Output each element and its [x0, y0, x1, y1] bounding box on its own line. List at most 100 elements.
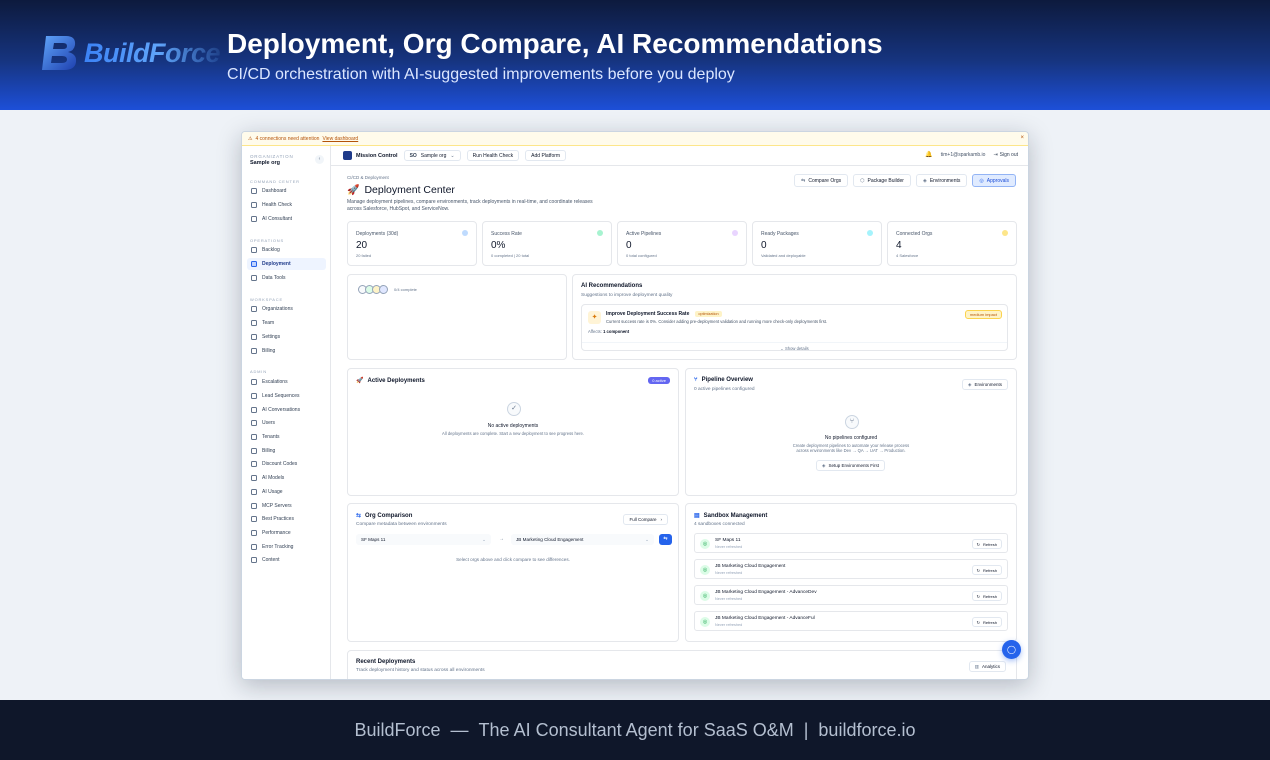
org-switcher[interactable]: SO Sample org ⌄: [403, 150, 461, 161]
pipeline-stat-icon: [732, 230, 738, 236]
sidebar-item-label: Dashboard: [262, 188, 287, 194]
sidebar-item-organizations[interactable]: Organizations: [247, 303, 326, 315]
refresh-button[interactable]: ↻ Refresh: [971, 565, 1002, 575]
sandbox-meta: Never refreshed: [715, 571, 743, 575]
card-title-text: Org Comparison: [365, 512, 413, 519]
warning-bar: ⚠ 4 connections need attention View dash…: [242, 132, 1028, 146]
sidebar-item-error-tracking[interactable]: Error Tracking: [247, 541, 326, 553]
sidebar-item-health-check[interactable]: Health Check: [247, 199, 326, 211]
sidebar-item-escalations[interactable]: Escalations: [247, 376, 326, 388]
top-bar: Mission Control SO Sample org ⌄ Run Health…: [331, 146, 1028, 166]
source-org-select[interactable]: SF Maps 11 ⌄: [356, 534, 491, 545]
sidebar-item-discount-codes[interactable]: Discount Codes: [247, 458, 326, 470]
stat-sub: 20 failed: [356, 253, 372, 258]
sandbox-row[interactable]: ◎ JB Marketing Cloud Engagement Never re…: [694, 559, 1008, 579]
sidebar-item-label: AI Conversations: [262, 407, 301, 413]
package-builder-button[interactable]: ⬡ Package Builder: [853, 174, 911, 187]
button-label: Analytics: [981, 664, 1000, 669]
sidebar-item-deployment[interactable]: Deployment: [247, 258, 326, 270]
message-icon: [251, 557, 257, 563]
sidebar-item-billing[interactable]: Billing: [247, 345, 326, 357]
refresh-button[interactable]: ↻ Refresh: [971, 539, 1002, 549]
chevron-right-icon: ›: [660, 517, 663, 522]
run-health-check-button[interactable]: Run Health Check: [466, 150, 520, 161]
sandbox-name: JB Marketing Cloud Engagement - AdvanceF…: [715, 616, 815, 621]
sandbox-row[interactable]: ◎ SF Maps 11 Never refreshed ↻ Refresh: [694, 533, 1008, 553]
sidebar-item-mcp-servers[interactable]: MCP Servers: [247, 500, 326, 512]
sidebar-item-ai-models[interactable]: AI Models: [247, 472, 326, 484]
sidebar-item-performance[interactable]: Performance: [247, 527, 326, 539]
recommendation-item[interactable]: ✦ Improve Deployment Success Rate optimiz…: [581, 304, 1008, 351]
sidebar-item-ai-conversations[interactable]: AI Conversations: [247, 404, 326, 416]
org-stat-icon: [1002, 230, 1008, 236]
sidebar-item-lead-sequences[interactable]: Lead Sequences: [247, 390, 326, 402]
status-icon: ◎: [700, 565, 710, 575]
environments-button[interactable]: ◈ Environments: [915, 174, 968, 187]
home-icon: [251, 188, 257, 194]
org-comparison-card: ⇆ Org Comparison Compare metadata between…: [347, 503, 679, 642]
sidebar-item-team[interactable]: Team: [247, 317, 326, 329]
breadcrumb[interactable]: CI/CD & Deployment: [347, 175, 389, 180]
sidebar-item-ai-consultant[interactable]: AI Consultant: [247, 213, 326, 225]
sandbox-name: SF Maps 11: [715, 538, 741, 543]
pipeline-overview-title: ⑂ Pipeline Overview: [694, 377, 753, 383]
sandbox-row[interactable]: ◎ JB Marketing Cloud Engagement - Advanc…: [694, 611, 1008, 631]
sidebar-item-settings[interactable]: Settings: [247, 331, 326, 343]
refresh-icon: ↻: [976, 619, 980, 625]
sandbox-name: JB Marketing Cloud Engagement - AdvanceD…: [715, 590, 817, 595]
org-value[interactable]: Sample org: [250, 160, 280, 166]
setup-environments-button[interactable]: ◈ Setup Environments First: [816, 460, 885, 471]
sidebar-item-data-tools[interactable]: Data Tools: [247, 272, 326, 284]
sidebar-item-tenants[interactable]: Tenants: [247, 431, 326, 443]
progress-steps: 0/4 complete: [358, 285, 417, 294]
refresh-button[interactable]: ↻ Refresh: [971, 591, 1002, 601]
sign-out-button[interactable]: Sign out: [1000, 152, 1018, 158]
stat-value: 0: [626, 240, 632, 251]
show-details-toggle[interactable]: ⌄ Show details: [582, 342, 1007, 351]
page-description: Manage deployment pipelines, compare env…: [347, 199, 593, 212]
checklist-card: 0/4 complete: [347, 274, 567, 360]
compare-orgs-button[interactable]: ⇆ Compare Orgs: [794, 174, 849, 187]
sidebar-item-content[interactable]: Content: [247, 554, 326, 566]
sandbox-management-card: ▤ Sandbox Management 4 sandboxes connecte…: [685, 503, 1017, 642]
book-icon: [251, 516, 257, 522]
sidebar-item-dashboard[interactable]: Dashboard: [247, 185, 326, 197]
sandbox-meta: Never refreshed: [715, 623, 743, 627]
approvals-button[interactable]: ◎ Approvals: [972, 174, 1016, 187]
collapse-sidebar-icon[interactable]: ‹: [315, 155, 324, 164]
button-label: Refresh: [982, 541, 997, 547]
sidebar-item-backlog[interactable]: Backlog: [247, 244, 326, 256]
section-operations: OPERATIONS: [250, 238, 284, 243]
sidebar-item-admin-billing[interactable]: Billing: [247, 445, 326, 457]
sidebar-item-ai-usage[interactable]: AI Usage: [247, 486, 326, 498]
sidebar-item-best-practices[interactable]: Best Practices: [247, 513, 326, 525]
bell-icon[interactable]: 🔔: [925, 151, 932, 158]
refresh-button[interactable]: ↻ Refresh: [971, 617, 1002, 627]
compare-button[interactable]: ⇆: [659, 534, 672, 545]
org-comparison-subtitle: Compare metadata between environments: [356, 522, 447, 527]
page-title: 🚀 Deployment Center: [347, 184, 455, 196]
rocket-icon: 🚀: [356, 378, 364, 384]
stat-label: Ready Packages: [761, 231, 799, 237]
analytics-button[interactable]: ▥ Analytics: [968, 661, 1006, 672]
add-platform-button[interactable]: Add Platform: [525, 150, 567, 161]
environments-button[interactable]: ◈ Environments: [962, 379, 1008, 390]
sidebar-item-users[interactable]: Users: [247, 417, 326, 429]
target-org-select[interactable]: JB Marketing Cloud Engagement ⌄: [511, 534, 654, 545]
full-compare-button[interactable]: Full Compare ›: [623, 514, 668, 525]
chat-bubble-icon[interactable]: ◯: [1002, 640, 1021, 659]
banner-subtitle: CI/CD orchestration with AI-suggested im…: [227, 66, 735, 83]
close-icon[interactable]: ×: [1020, 135, 1024, 141]
view-dashboard-link[interactable]: View dashboard: [322, 136, 358, 142]
stat-label: Connected Orgs: [896, 231, 933, 237]
sidebar-item-label: Backlog: [262, 247, 280, 253]
server-icon: [251, 503, 257, 509]
select-value: JB Marketing Cloud Engagement: [516, 537, 584, 542]
active-deployments-title: 🚀 Active Deployments: [356, 377, 425, 385]
sidebar-item-label: AI Consultant: [262, 216, 293, 222]
sandbox-row[interactable]: ◎ JB Marketing Cloud Engagement - Advanc…: [694, 585, 1008, 605]
stat-value: 20: [356, 240, 368, 251]
sidebar-item-label: AI Models: [262, 475, 285, 481]
affects-value: 1 component: [603, 329, 630, 334]
stat-success-rate: Success Rate 0% 0 completed | 20 total: [482, 221, 612, 266]
